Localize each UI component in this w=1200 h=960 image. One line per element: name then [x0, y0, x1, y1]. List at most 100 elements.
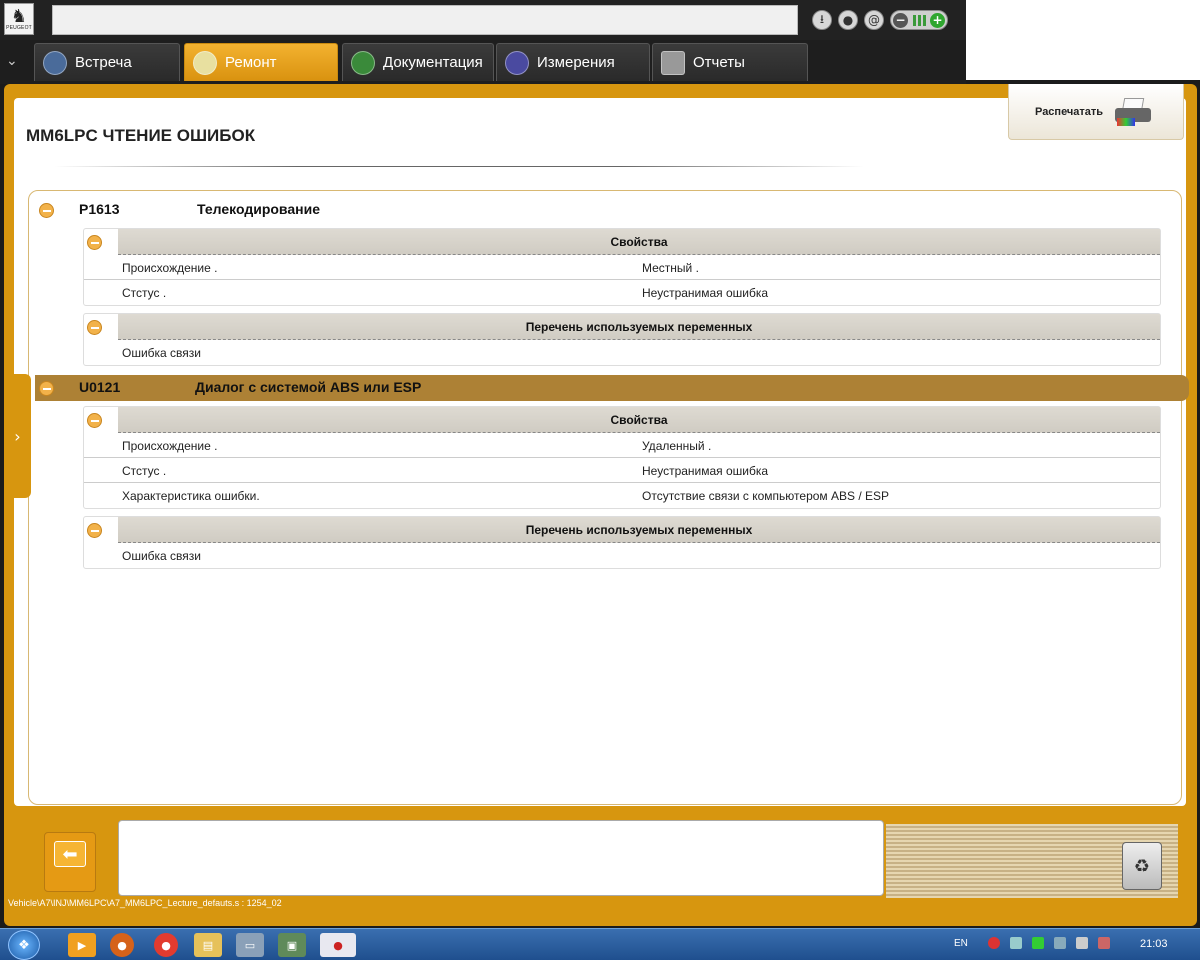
windows-start-icon[interactable]: ❖ [8, 930, 40, 960]
media-player-icon[interactable]: ▶ [68, 933, 96, 957]
lion-icon: ♞ [10, 6, 28, 26]
arrow-left-icon: ⬅ [54, 841, 86, 867]
property-value: Неустранимая ошибка [642, 286, 769, 300]
properties-group: Свойства Происхождение . Удаленный . Стс… [83, 406, 1161, 509]
windows-taskbar: ❖ ▶ ● ● ▤ ▭ ▣ ● EN 21:03 [0, 928, 1200, 960]
app-window-icon[interactable]: ▭ [236, 933, 264, 957]
fault-description: Диалог с системой ABS или ESP [195, 379, 422, 395]
plus-icon: + [930, 12, 945, 28]
message-box [118, 820, 884, 896]
property-key: Происхождение . [122, 439, 218, 453]
peugeot-logo: ♞ PEUGEOT [4, 3, 34, 35]
chevron-down-icon[interactable]: ⌄ [6, 53, 18, 69]
alert-icon[interactable] [988, 937, 1000, 949]
printer-icon [1113, 96, 1153, 128]
fault-list: P1613 Телекодирование Свойства Происхожд… [28, 190, 1189, 805]
language-indicator[interactable]: EN [954, 938, 968, 949]
property-row: Происхождение . Удаленный . [84, 433, 1160, 458]
group-title: Перечень используемых переменных [525, 320, 753, 334]
group-header: Перечень используемых переменных [118, 314, 1160, 340]
speaker-icon[interactable] [1076, 937, 1088, 949]
fault-description: Телекодирование [197, 201, 320, 217]
trash-icon[interactable]: ♻ [1122, 842, 1162, 890]
tab-otchety[interactable]: Отчеты [652, 43, 808, 81]
property-value: Неустранимая ошибка [642, 464, 769, 478]
globe-icon [43, 50, 67, 75]
battery-icon: − + [890, 10, 948, 30]
tab-remont[interactable]: Ремонт [184, 43, 338, 81]
property-key: Стстус . [122, 286, 167, 300]
variable-row: Ошибка связи [84, 543, 1160, 568]
magnifier-icon [193, 50, 217, 75]
tab-izmereniya[interactable]: Измерения [496, 43, 650, 81]
download-icon[interactable]: ⭳ [812, 10, 832, 30]
folder-icon[interactable]: ▤ [194, 933, 222, 957]
tab-label: Отчеты [693, 54, 745, 71]
collapse-icon[interactable] [87, 320, 102, 335]
chevron-right-icon: › [14, 426, 21, 446]
group-title: Свойства [610, 235, 668, 249]
variable-row: Ошибка связи [84, 340, 1160, 365]
back-button[interactable]: ⬅ [44, 832, 96, 892]
collapse-icon[interactable] [39, 203, 54, 218]
group-header: Перечень используемых переменных [118, 517, 1160, 543]
logo-text: PEUGEOT [6, 25, 32, 31]
variables-group: Перечень используемых переменных Ошибка … [83, 313, 1161, 366]
property-key: Происхождение . [122, 261, 218, 275]
variable-name: Ошибка связи [122, 549, 202, 563]
tab-dokumentatsiya[interactable]: Документация [342, 43, 494, 81]
property-key: Характеристика ошибки. [122, 489, 260, 503]
group-title: Перечень используемых переменных [525, 523, 753, 537]
property-value: Удаленный . [642, 439, 712, 453]
group-title: Свойства [610, 413, 668, 427]
group-header: Свойства [118, 407, 1160, 433]
remote-app-icon[interactable]: ● [320, 933, 356, 957]
side-expand-tab[interactable]: › [4, 374, 31, 498]
property-row: Стстус . Неустранимая ошибка [84, 458, 1160, 483]
chrome-icon[interactable]: ● [154, 933, 178, 957]
tab-label: Документация [383, 54, 483, 71]
at-icon[interactable]: @ [864, 10, 884, 30]
property-row: Характеристика ошибки. Отсутствие связи … [84, 483, 1160, 508]
title-divider [54, 166, 864, 167]
property-value: Отсутствие связи с компьютером ABS / ESP [642, 489, 890, 503]
tab-vstrecha[interactable]: Встреча [34, 43, 180, 81]
print-label: Распечатать [1035, 105, 1104, 118]
system-icons: ⭳ ● @ − + [812, 10, 948, 30]
property-value: Местный . [642, 261, 699, 275]
variable-name: Ошибка связи [122, 346, 202, 360]
collapse-icon[interactable] [39, 381, 54, 396]
fault-row[interactable]: P1613 Телекодирование [29, 197, 1181, 223]
monitor-icon[interactable] [1054, 937, 1066, 949]
property-key: Стстус . [122, 464, 167, 478]
green-app-icon[interactable] [1032, 937, 1044, 949]
bottom-bar: ⬅ ♻ [14, 814, 1186, 910]
blank-area [966, 0, 1200, 80]
flag-icon[interactable] [1098, 937, 1110, 949]
fault-row-selected[interactable]: U0121 Диалог с системой ABS или ESP [35, 375, 1189, 401]
minus-icon: − [893, 12, 908, 28]
diagnostic-app-icon[interactable]: ▣ [278, 933, 306, 957]
property-row: Происхождение . Местный . [84, 255, 1160, 280]
collapse-icon[interactable] [87, 235, 102, 250]
clock: 21:03 [1140, 938, 1168, 950]
property-row: Стстус . Неустранимая ошибка [84, 280, 1160, 305]
fault-code: P1613 [79, 201, 120, 217]
wave-icon [505, 50, 529, 75]
tab-bar: ⌄ Встреча Ремонт Документация Измерения … [0, 40, 966, 84]
top-info-field [52, 5, 798, 35]
firefox-icon[interactable]: ● [110, 933, 134, 957]
lock-icon[interactable]: ● [838, 10, 858, 30]
properties-group: Свойства Происхождение . Местный . Стсту… [83, 228, 1161, 306]
tab-label: Встреча [75, 54, 132, 71]
tab-label: Ремонт [225, 54, 277, 71]
book-icon [351, 50, 375, 75]
fault-code: U0121 [79, 379, 121, 395]
collapse-icon[interactable] [87, 523, 102, 538]
collapse-icon[interactable] [87, 413, 102, 428]
document-icon [661, 50, 685, 75]
print-button[interactable]: Распечатать [1008, 84, 1184, 140]
variables-group: Перечень используемых переменных Ошибка … [83, 516, 1161, 569]
tray-icons [988, 937, 1110, 949]
network-icon[interactable] [1010, 937, 1022, 949]
